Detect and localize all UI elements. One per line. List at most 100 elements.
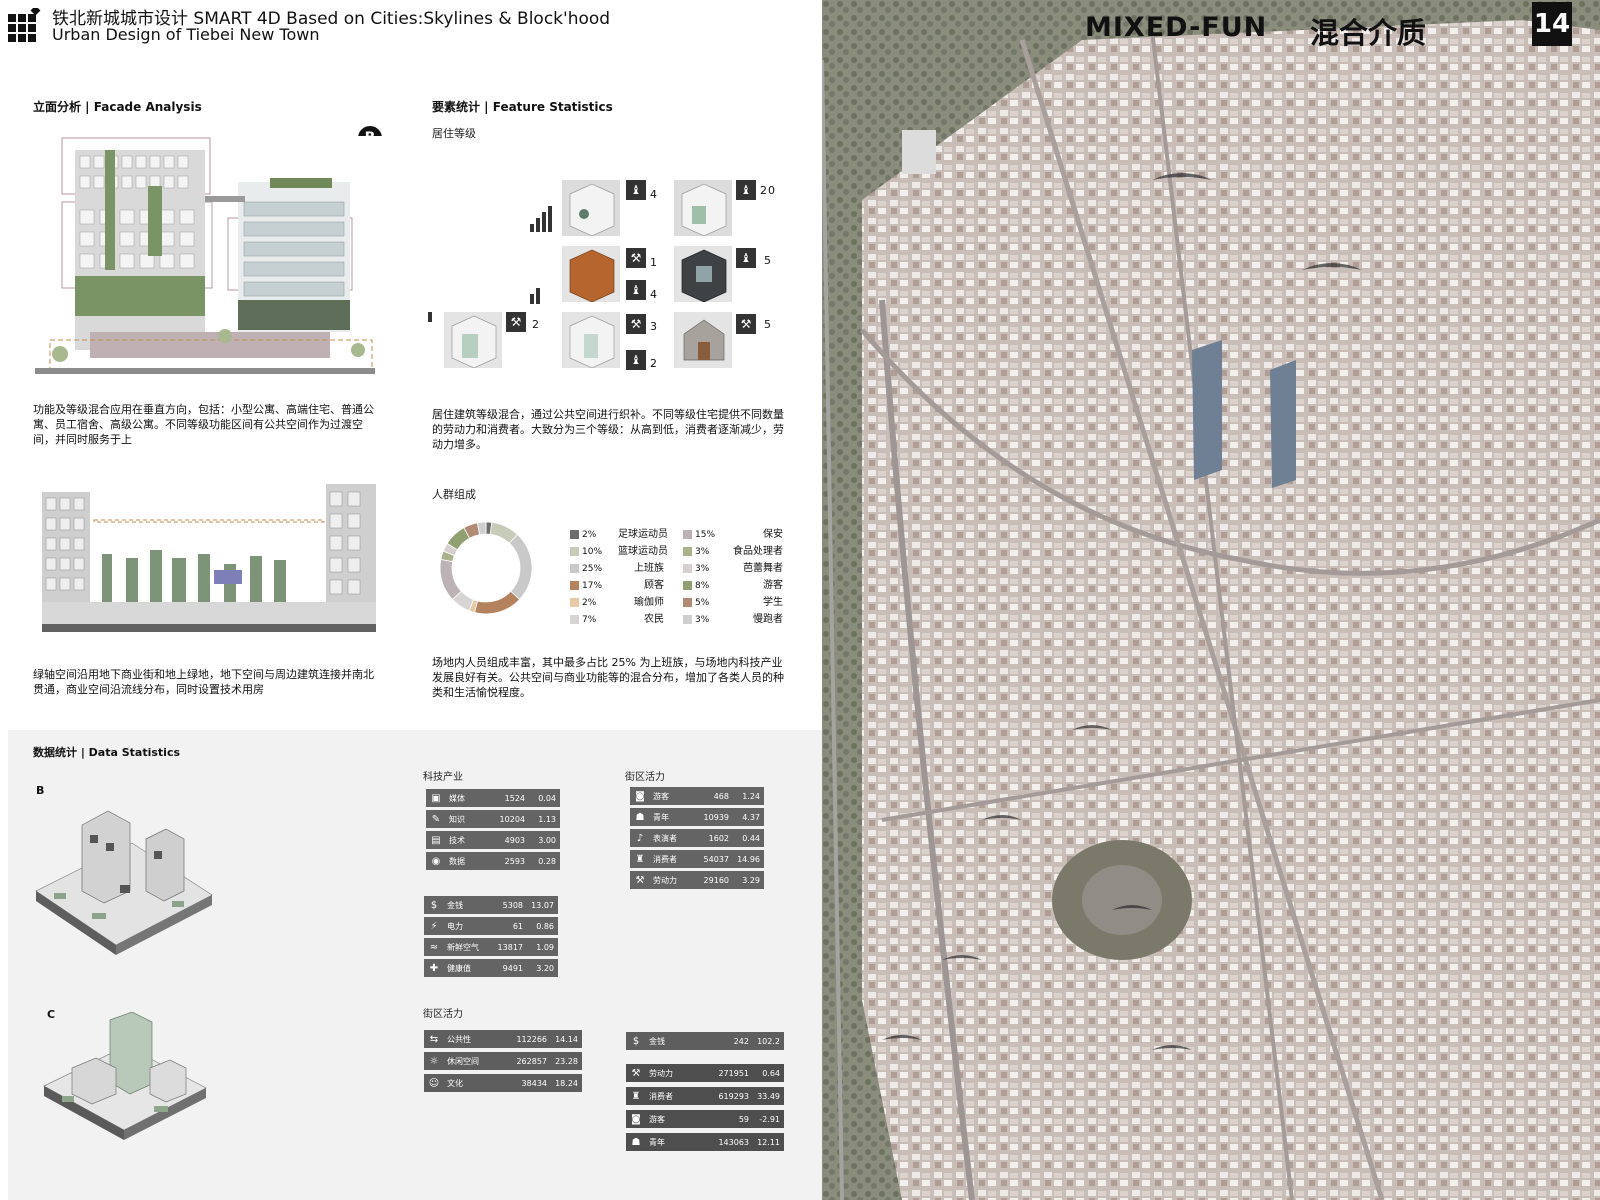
legend-percent: 2% xyxy=(582,598,597,608)
stat-bar: ☼ 休闲空间 262857 23.28 xyxy=(424,1052,582,1070)
legend-item: 15% 保安 xyxy=(683,525,783,540)
stat-bar: ⚒ 劳动力 271951 0.64 xyxy=(626,1064,784,1082)
stat-bar: $ 金钱 5308 13.07 xyxy=(424,896,558,914)
legend-label: 食品处理者 xyxy=(733,546,783,557)
legend-label: 慢跑者 xyxy=(753,614,783,625)
legend-swatch xyxy=(683,614,692,624)
legend-label: 农民 xyxy=(644,614,664,625)
donut-slice-6 xyxy=(439,558,462,601)
mixed-fun-heading-cn: 混合介质 xyxy=(1310,16,1427,50)
worker-icon: ⚒ xyxy=(506,312,526,332)
stat-icon: $ xyxy=(632,1035,640,1047)
residence-cube-mid-2 xyxy=(674,246,732,303)
facade-elevation-drawing xyxy=(30,136,385,384)
stat-rate: 18.24 xyxy=(555,1078,578,1088)
legend-item: 3% 芭蕾舞者 xyxy=(683,559,783,574)
stat-rate: 13.07 xyxy=(531,900,554,910)
stat-rate: 0.44 xyxy=(742,833,760,843)
block-vitality-title-2: 街区活力 xyxy=(423,1009,463,1020)
legend-swatch xyxy=(683,546,692,556)
stat-label: 公共性 xyxy=(447,1034,471,1044)
legend-label: 顾客 xyxy=(644,580,664,591)
stat-bar: ◙ 游客 59 -2.91 xyxy=(626,1110,784,1128)
worker-icon: ⚒ xyxy=(736,314,756,334)
stat-icon: ◙ xyxy=(635,790,645,802)
stat-icon: ☗ xyxy=(635,811,645,823)
stat-value: 13817 xyxy=(497,942,523,952)
residence-cube-mid-1 xyxy=(562,246,620,303)
stat-icon: ◉ xyxy=(431,855,441,867)
stat-rate: 33.49 xyxy=(757,1091,780,1101)
stat-bar: ◉ 数据 2593 0.28 xyxy=(426,852,560,870)
stat-icon: ✚ xyxy=(429,962,439,974)
stat-value: 143063 xyxy=(718,1137,749,1147)
stat-value: 1602 xyxy=(708,833,729,843)
legend-swatch xyxy=(570,546,579,556)
legend-percent: 3% xyxy=(695,564,710,574)
stat-icon: ♪ xyxy=(636,832,644,844)
stat-bar: ✎ 知识 10204 1.13 xyxy=(426,810,560,828)
legend-item: 25% 上班族 xyxy=(570,559,664,574)
feature-statistics-heading: 要素统计 | Feature Statistics xyxy=(432,100,613,114)
stat-value: 38434 xyxy=(521,1078,547,1088)
legend-percent: 8% xyxy=(695,581,710,591)
project-title-en: Urban Design of Tiebei New Town xyxy=(52,25,320,44)
stat-rate: 3.00 xyxy=(538,835,556,845)
green-axis-section-drawing xyxy=(38,484,380,646)
legend-swatch xyxy=(683,580,692,590)
legend-percent: 2% xyxy=(582,530,597,540)
consumer-icon: ♝ xyxy=(736,248,756,268)
stat-rate: 0.28 xyxy=(538,856,556,866)
donut-slice-3 xyxy=(474,590,521,615)
stat-label: 劳动力 xyxy=(653,875,677,885)
legend-percent: 3% xyxy=(695,615,710,625)
residence-level-title: 居住等级 xyxy=(432,127,476,140)
stat-rate: 1.09 xyxy=(536,942,554,952)
legend-label: 芭蕾舞者 xyxy=(743,563,783,574)
stat-icon: ☺ xyxy=(428,1077,440,1089)
residence-count: 2 xyxy=(650,357,658,370)
residence-cube-low-2 xyxy=(562,312,620,369)
legend-label: 足球运动员 xyxy=(618,529,668,540)
stat-label: 消费者 xyxy=(653,854,677,864)
stat-label: 金钱 xyxy=(447,900,463,910)
residence-count: 2 xyxy=(532,318,540,331)
stat-label: 媒体 xyxy=(449,793,465,803)
tech-industry-title: 科技产业 xyxy=(423,772,463,783)
stat-label: 知识 xyxy=(449,814,465,824)
consumer-icon: ♝ xyxy=(736,180,756,200)
stat-icon: ◙ xyxy=(631,1113,641,1125)
donut-slice-2 xyxy=(508,533,533,601)
legend-swatch xyxy=(570,580,579,590)
consumer-icon: ♝ xyxy=(626,350,646,370)
crowd-donut-chart xyxy=(439,521,533,615)
facade-description: 功能及等级混合应用在垂直方向，包括：小型公寓、高端住宅、普通公寓、员工宿舍、高级… xyxy=(33,403,374,446)
residence-count: 20 xyxy=(760,184,776,197)
stat-value: 59 xyxy=(738,1114,749,1124)
stat-value: 468 xyxy=(713,791,729,801)
block-c-axonometric xyxy=(43,1012,207,1140)
stat-rate: 0.04 xyxy=(538,793,556,803)
stat-value: 619293 xyxy=(718,1091,749,1101)
facade-analysis-heading: 立面分析 | Facade Analysis xyxy=(33,100,202,114)
stat-bar: ☺ 文化 38434 18.24 xyxy=(424,1074,582,1092)
residence-count: 5 xyxy=(764,318,772,331)
legend-percent: 17% xyxy=(582,581,603,591)
legend-item: 3% 慢跑者 xyxy=(683,610,783,625)
stat-bar: ▣ 媒体 1524 0.04 xyxy=(426,789,560,807)
residence-count: 1 xyxy=(650,256,658,269)
aerial-city-image xyxy=(822,0,1600,1200)
stat-icon: ✎ xyxy=(431,813,441,825)
legend-label: 瑜伽师 xyxy=(634,597,664,608)
block-vitality-title: 街区活力 xyxy=(625,772,665,783)
legend-percent: 25% xyxy=(582,564,603,574)
legend-percent: 15% xyxy=(695,530,716,540)
stat-icon: ♜ xyxy=(631,1090,641,1102)
stat-label: 技术 xyxy=(449,835,465,845)
stat-rate: 0.64 xyxy=(762,1068,780,1078)
legend-swatch xyxy=(683,529,692,539)
stat-bar: ♜ 消费者 54037 14.96 xyxy=(630,850,764,868)
stat-bar: ♪ 表演者 1602 0.44 xyxy=(630,829,764,847)
residence-cube-low-1 xyxy=(444,312,502,369)
stat-label: 青年 xyxy=(649,1137,665,1147)
